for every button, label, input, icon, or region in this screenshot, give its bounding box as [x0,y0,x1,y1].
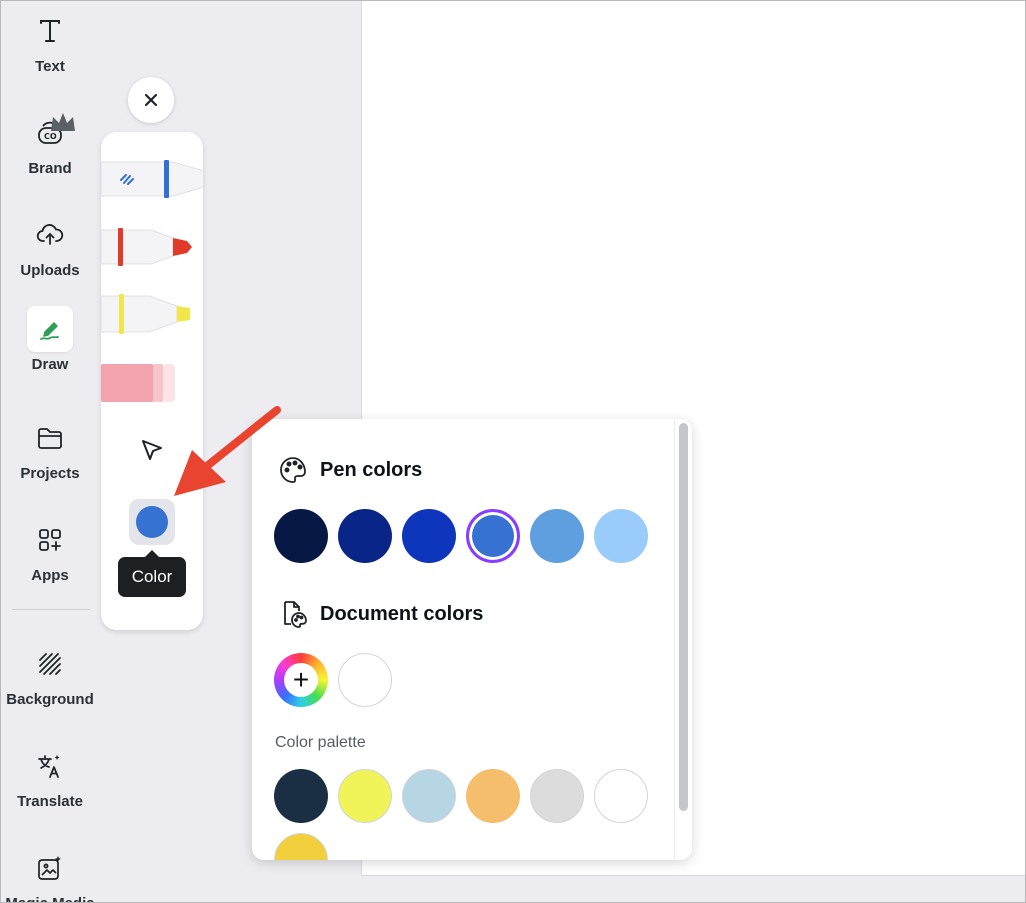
palette-color-swatch[interactable] [274,769,328,823]
add-document-color-button[interactable]: + [274,653,328,707]
apps-icon [27,517,73,563]
cloud-upload-icon [27,212,73,258]
rail-label: Magic Media [5,895,94,903]
brand-icon: CO [27,110,75,156]
side-rail: Text CO Brand Uploads Draw Projects Apps [0,0,100,903]
palette-color-swatch[interactable] [338,769,392,823]
pen-color-swatch[interactable] [466,509,520,563]
text-icon [27,8,73,54]
background-icon [27,641,73,687]
pen-color-swatch[interactable] [402,509,456,563]
pen-color-swatch[interactable] [530,509,584,563]
rail-label: Projects [20,465,80,482]
rail-item-uploads[interactable]: Uploads [0,212,100,308]
pen-color-swatches [274,509,658,563]
marker-tool[interactable] [101,226,201,268]
color-tooltip: Color [118,550,186,597]
color-palette-label: Color palette [275,734,366,751]
rail-label: Apps [31,567,69,584]
rail-label: Draw [31,356,69,373]
document-colors-header: Document colors [278,599,483,629]
rail-item-projects[interactable]: Projects [0,415,100,511]
crown-icon [51,113,75,131]
rail-item-background[interactable]: Background [0,641,100,737]
current-color-swatch [136,506,168,538]
pen-color-swatch[interactable] [274,509,328,563]
document-colors-title: Document colors [320,602,484,625]
palette-color-swatch[interactable] [530,769,584,823]
rail-item-apps[interactable]: Apps [0,517,100,613]
rail-divider [12,609,90,610]
pen-colors-header: Pen colors [278,455,422,485]
rail-item-translate[interactable]: Translate [0,743,100,839]
scrollbar-thumb[interactable] [679,423,688,811]
annotation-arrow [174,406,281,496]
magic-media-icon [27,845,73,891]
rail-label: Text [35,58,65,75]
rail-label: Brand [28,160,72,177]
rail-label: Background [6,691,94,708]
palette-color-swatch[interactable] [594,769,648,823]
rail-label: Translate [17,793,83,810]
rail-item-draw[interactable]: Draw [0,306,100,402]
highlighter-tool[interactable] [101,292,201,336]
rail-item-brand[interactable]: CO Brand [0,110,100,206]
pen-color-swatch[interactable] [594,509,648,563]
close-icon [144,93,158,107]
rail-label: Uploads [20,262,80,279]
color-panel: Pen colors Document colors + Color palet… [252,419,692,860]
rail-item-magic-media[interactable]: Magic Media [0,845,100,903]
document-palette-icon [284,601,307,628]
folder-icon [27,415,73,461]
pen-color-swatch[interactable] [338,509,392,563]
document-color-swatch[interactable] [338,653,392,707]
palette-color-swatch[interactable] [466,769,520,823]
translate-icon [27,743,73,789]
palette-color-swatch[interactable] [274,833,328,860]
close-draw-button[interactable] [128,77,174,123]
draw-icon [27,306,73,352]
eraser-tool[interactable] [101,362,181,404]
document-color-swatches: + [274,653,402,707]
palette-color-swatches [274,769,674,860]
plus-icon: + [284,663,318,697]
pen-tool[interactable] [101,156,203,202]
rail-item-text[interactable]: Text [0,8,100,104]
color-panel-scrollbar[interactable] [674,419,692,860]
palette-color-swatch[interactable] [402,769,456,823]
pen-colors-title: Pen colors [320,458,423,481]
